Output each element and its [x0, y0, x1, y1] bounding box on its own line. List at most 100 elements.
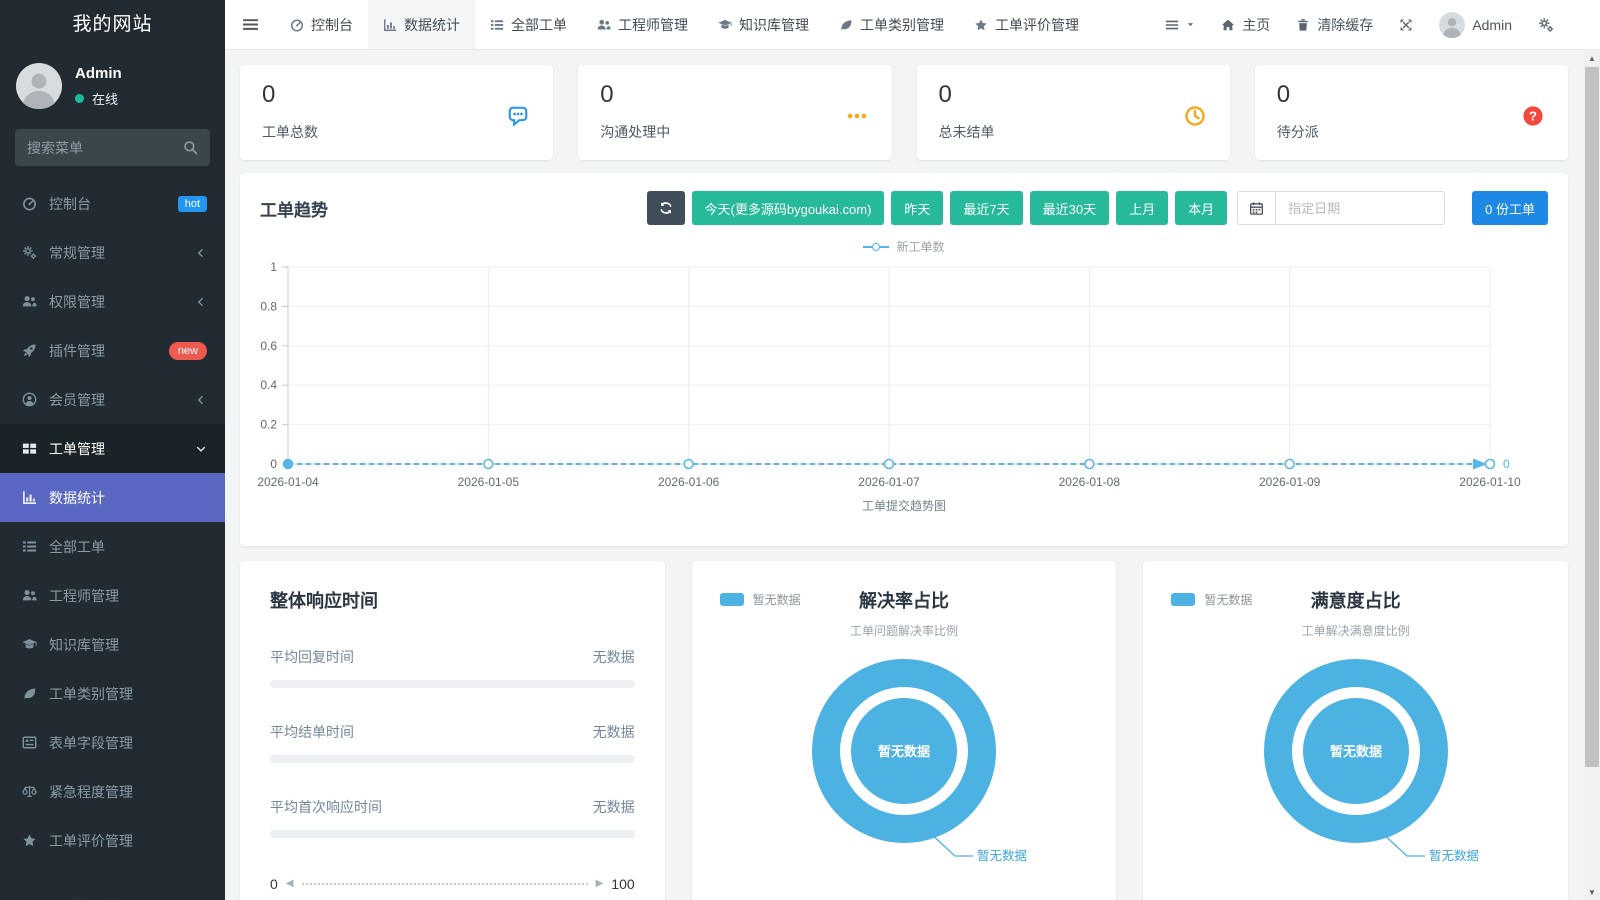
- tab-all-orders[interactable]: 全部工单: [475, 0, 582, 49]
- tab-knowledge[interactable]: 知识库管理: [703, 0, 824, 49]
- stat-label: 工单总数: [262, 122, 531, 142]
- line-chart: 00.20.40.60.812026-01-042026-01-052026-0…: [260, 257, 1548, 495]
- metric-first-response: 平均首次响应时间 无数据: [270, 797, 635, 838]
- arrow-right-icon: ▶: [596, 879, 604, 889]
- sidebar-item-label: 工单类别管理: [49, 684, 207, 704]
- online-status-label: 在线: [92, 89, 118, 108]
- sidebar-subitem-urgency[interactable]: 紧急程度管理: [0, 767, 225, 816]
- svg-text:0.4: 0.4: [260, 378, 277, 392]
- user-circle-icon: [22, 392, 37, 407]
- sidebar-item-plugins[interactable]: 插件管理 new: [0, 326, 225, 375]
- svg-text:2026-01-10: 2026-01-10: [1459, 475, 1521, 489]
- users-icon: [22, 294, 37, 309]
- tab-label: 数据统计: [404, 15, 460, 35]
- tab-data-stats[interactable]: 数据统计: [368, 0, 475, 49]
- scroll-up-button[interactable]: ▲: [1584, 50, 1600, 66]
- hamburger-icon: [242, 16, 259, 33]
- stat-label: 总未结单: [939, 122, 1208, 142]
- date-input[interactable]: [1276, 192, 1444, 224]
- sidebar-subitem-categories[interactable]: 工单类别管理: [0, 669, 225, 718]
- sidebar-item-label: 工单评价管理: [49, 831, 207, 851]
- sidebar-search: [15, 129, 210, 166]
- pie-legend[interactable]: 暂无数据: [720, 591, 801, 608]
- calendar-addon[interactable]: [1238, 192, 1276, 224]
- tab-console[interactable]: 控制台: [275, 0, 368, 49]
- users-icon: [22, 588, 37, 603]
- settings-button[interactable]: [1538, 17, 1554, 33]
- sidebar-subitem-engineers[interactable]: 工程师管理: [0, 571, 225, 620]
- sidebar-subitem-all-orders[interactable]: 全部工单: [0, 522, 225, 571]
- filter-yesterday-button[interactable]: 昨天: [891, 191, 943, 225]
- filter-this-month-button[interactable]: 本月: [1175, 191, 1227, 225]
- sidebar-subitem-data-stats[interactable]: 数据统计: [0, 473, 225, 522]
- navbar-right: 主页 清除缓存 Admin: [1165, 0, 1554, 49]
- sidebar-item-label: 常规管理: [49, 243, 183, 263]
- sidebar-item-general[interactable]: 常规管理: [0, 228, 225, 277]
- stat-card-pending: 0 待分派: [1255, 65, 1568, 160]
- leaf-icon: [22, 686, 37, 701]
- fullscreen-button[interactable]: [1399, 18, 1413, 32]
- order-count-button[interactable]: 0 份工单: [1472, 191, 1548, 225]
- filter-7days-button[interactable]: 最近7天: [950, 191, 1022, 225]
- svg-text:0: 0: [270, 457, 277, 471]
- sidebar-item-members[interactable]: 会员管理: [0, 375, 225, 424]
- bottom-row: 整体响应时间 平均回复时间 无数据 平均结单时间 无数据: [240, 561, 1568, 900]
- home-link[interactable]: 主页: [1221, 15, 1270, 35]
- gauge-icon: [290, 18, 304, 32]
- sidebar-item-permissions[interactable]: 权限管理: [0, 277, 225, 326]
- scrollbar[interactable]: ▲ ▼: [1584, 50, 1600, 900]
- legend-label: 新工单数: [896, 238, 944, 255]
- menu-list-dropdown[interactable]: [1165, 18, 1195, 32]
- trend-panel: 工单趋势 今天(更多源码bygoukai.com) 昨天 最近7天 最近30天 …: [240, 173, 1568, 546]
- graduation-cap-icon: [22, 637, 37, 652]
- pie-legend[interactable]: 暂无数据: [1171, 591, 1252, 608]
- tab-ratings[interactable]: 工单评价管理: [959, 0, 1094, 49]
- trend-toolbar: 今天(更多源码bygoukai.com) 昨天 最近7天 最近30天 上月 本月…: [647, 191, 1548, 225]
- tab-engineers[interactable]: 工程师管理: [582, 0, 703, 49]
- svg-text:2026-01-09: 2026-01-09: [1259, 475, 1321, 489]
- tab-label: 全部工单: [511, 15, 567, 35]
- sidebar-subitem-form-fields[interactable]: 表单字段管理: [0, 718, 225, 767]
- sidebar-subitem-reminders[interactable]: 工单提醒管理: [0, 882, 225, 900]
- metric-value: 无数据: [593, 722, 635, 742]
- legend-swatch-icon: [1171, 593, 1195, 606]
- sidebar-subitem-knowledge[interactable]: 知识库管理: [0, 620, 225, 669]
- legend-swatch-icon: [720, 593, 744, 606]
- svg-text:2026-01-06: 2026-01-06: [658, 475, 720, 489]
- sidebar-subitem-ratings[interactable]: 工单评价管理: [0, 816, 225, 865]
- panel-subtitle: 工单问题解决率比例: [718, 622, 1091, 639]
- calendar-icon: [1249, 201, 1264, 216]
- clear-cache-link[interactable]: 清除缓存: [1296, 15, 1373, 35]
- new-badge: new: [169, 342, 207, 360]
- tab-label: 工单评价管理: [995, 15, 1079, 35]
- sidebar-item-label: 工单管理: [49, 439, 183, 459]
- chevron-left-icon: [195, 296, 207, 308]
- scrollbar-thumb[interactable]: [1585, 67, 1599, 767]
- tab-categories[interactable]: 工单类别管理: [824, 0, 959, 49]
- filter-last-month-button[interactable]: 上月: [1116, 191, 1168, 225]
- chevron-down-icon: [195, 443, 207, 455]
- sidebar-item-console[interactable]: 控制台 hot: [0, 179, 225, 228]
- refresh-button[interactable]: [647, 191, 685, 225]
- site-title: 我的网站: [0, 0, 225, 50]
- sidebar-toggle-button[interactable]: [225, 0, 275, 49]
- metric-value: 无数据: [593, 797, 635, 817]
- sidebar-item-workorders[interactable]: 工单管理: [0, 424, 225, 473]
- arrow-left-icon: ◀: [286, 879, 294, 889]
- stat-label: 待分派: [1277, 122, 1546, 142]
- trend-header: 工单趋势 今天(更多源码bygoukai.com) 昨天 最近7天 最近30天 …: [260, 191, 1548, 225]
- scroll-down-button[interactable]: ▼: [1584, 884, 1600, 900]
- rocket-icon: [22, 343, 37, 358]
- filter-30days-button[interactable]: 最近30天: [1030, 191, 1109, 225]
- line-chart-legend[interactable]: 新工单数: [260, 238, 1548, 255]
- sidebar-item-label: 表单字段管理: [49, 733, 207, 753]
- donut-center-label: 暂无数据: [878, 744, 930, 759]
- metric-label: 平均回复时间: [270, 647, 354, 667]
- user-menu[interactable]: Admin: [1439, 12, 1512, 38]
- gears-icon: [1538, 17, 1554, 33]
- range-max-label: 100: [611, 876, 634, 892]
- range-dotted-line: [302, 883, 588, 885]
- menu-search-input[interactable]: [15, 129, 210, 166]
- sidebar-item-label: 会员管理: [49, 390, 183, 410]
- filter-today-button[interactable]: 今天(更多源码bygoukai.com): [692, 191, 885, 225]
